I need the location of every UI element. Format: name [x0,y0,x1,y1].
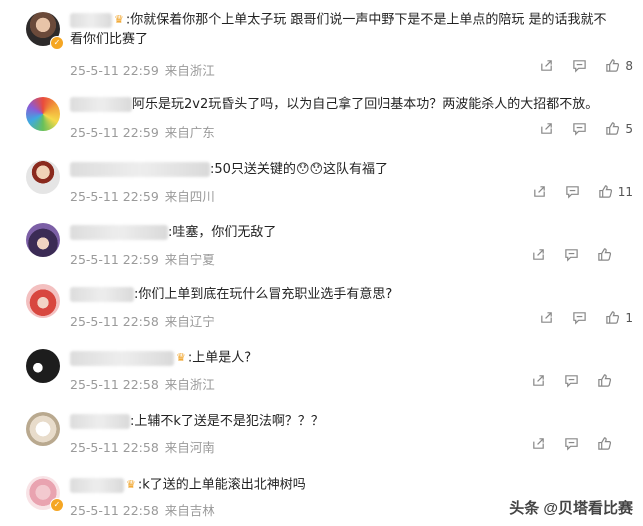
location: 来自宁夏 [164,252,215,267]
location: 来自浙江 [164,63,215,78]
like-icon [598,185,612,198]
timestamp: 25-5-11 22:59 [70,63,159,78]
avatar[interactable] [26,412,60,446]
like-button[interactable] [597,436,617,451]
verified-badge-icon: ✓ [50,498,64,512]
location: 来自四川 [164,189,215,204]
comment-text: 阿乐是玩2v2玩昏头了吗，以为自己拿了回归基本功？两波能杀人的大招都不放。 [132,97,599,112]
comment-meta: 25-5-11 22:59 来自四川 [70,186,215,205]
comment-icon[interactable] [572,121,587,136]
share-icon[interactable] [531,247,546,262]
comment-meta: 25-5-11 22:59 来自浙江 [70,60,215,79]
like-icon [606,311,620,324]
like-icon [598,374,612,387]
blurred-username[interactable] [70,12,112,28]
share-icon[interactable] [531,436,546,451]
verified-badge-icon: ✓ [50,36,64,50]
avatar[interactable] [26,223,60,257]
avatar[interactable] [26,284,60,318]
crown-icon: ♛ [126,478,136,491]
comment-text-continued: 看你们比赛了 [70,32,149,47]
timestamp: 25-5-11 22:58 [70,377,159,392]
crown-icon: ♛ [114,13,124,26]
like-count: 5 [625,121,633,136]
avatar[interactable] [26,160,60,194]
blurred-username[interactable] [70,287,134,302]
blurred-username[interactable] [70,350,174,366]
comment-meta: 25-5-11 22:58 来自辽宁 [70,311,215,330]
share-icon[interactable] [531,373,546,388]
location: 来自辽宁 [164,314,215,329]
comment-meta: 25-5-11 22:59 来自广东 [70,122,215,141]
comment-text-suffix: 这队有福了 [323,162,389,177]
timestamp: 25-5-11 22:59 [70,189,159,204]
comment-text: :上辅不k了送是不是犯法啊？？？ [130,414,324,429]
like-button[interactable]: 8 [605,58,633,73]
comment-icon[interactable] [565,184,580,199]
comment-meta: 25-5-11 22:58 来自河南 [70,437,215,456]
blurred-username[interactable] [70,225,168,240]
location: 来自河南 [164,440,215,455]
comment-meta: 25-5-11 22:59 来自宁夏 [70,249,215,268]
comment-icon[interactable] [572,58,587,73]
location: 来自吉林 [164,503,215,518]
share-icon[interactable] [532,184,547,199]
location: 来自广东 [164,125,215,140]
comment-icon[interactable] [572,310,587,325]
comment-icon[interactable] [564,247,579,262]
timestamp: 25-5-11 22:58 [70,503,159,518]
timestamp: 25-5-11 22:59 [70,252,159,267]
like-button[interactable]: 5 [605,121,633,136]
like-icon [598,248,612,261]
like-count: 1 [625,310,633,325]
comment-meta: 25-5-11 22:58 来自吉林 [70,500,215,519]
comment-text: :哇塞，你们无敌了 [168,225,277,240]
blurred-username[interactable] [70,477,124,493]
timestamp: 25-5-11 22:58 [70,314,159,329]
like-icon [606,59,620,72]
timestamp: 25-5-11 22:58 [70,440,159,455]
avatar[interactable] [26,97,60,131]
like-button[interactable]: 1 [605,310,633,325]
like-icon [606,122,620,135]
share-icon[interactable] [539,121,554,136]
comment-text: :50只送关键的 [210,162,296,177]
like-count: 8 [625,58,633,73]
comment-text: :你们上单到底在玩什么冒充职业选手有意思? [134,287,393,302]
blurred-username[interactable] [70,162,210,177]
share-icon[interactable] [539,58,554,73]
comment-text: :k了送的上单能滚出北神树吗 [137,477,306,493]
surprised-emoji-icon: 😯😯 [295,162,324,177]
comment-icon[interactable] [564,436,579,451]
like-button[interactable]: 11 [598,184,633,199]
crown-icon: ♛ [176,351,186,364]
timestamp: 25-5-11 22:59 [70,125,159,140]
comment-icon[interactable] [564,373,579,388]
like-button[interactable] [597,247,617,262]
avatar[interactable] [26,349,60,383]
blurred-username[interactable] [70,97,132,112]
share-icon[interactable] [539,310,554,325]
comment-text: :上单是人? [187,350,252,366]
like-button[interactable] [597,373,617,388]
comment-text: :你就保着你那个上单太子玩 跟哥们说一声中野下是不是上单点的陪玩 是的话我就不 [125,12,607,28]
blurred-username[interactable] [70,414,130,429]
comment-meta: 25-5-11 22:58 来自浙江 [70,374,215,393]
like-icon [598,437,612,450]
location: 来自浙江 [164,377,215,392]
like-count: 11 [617,184,633,199]
watermark: 头条 @贝塔看比赛 [509,500,633,517]
